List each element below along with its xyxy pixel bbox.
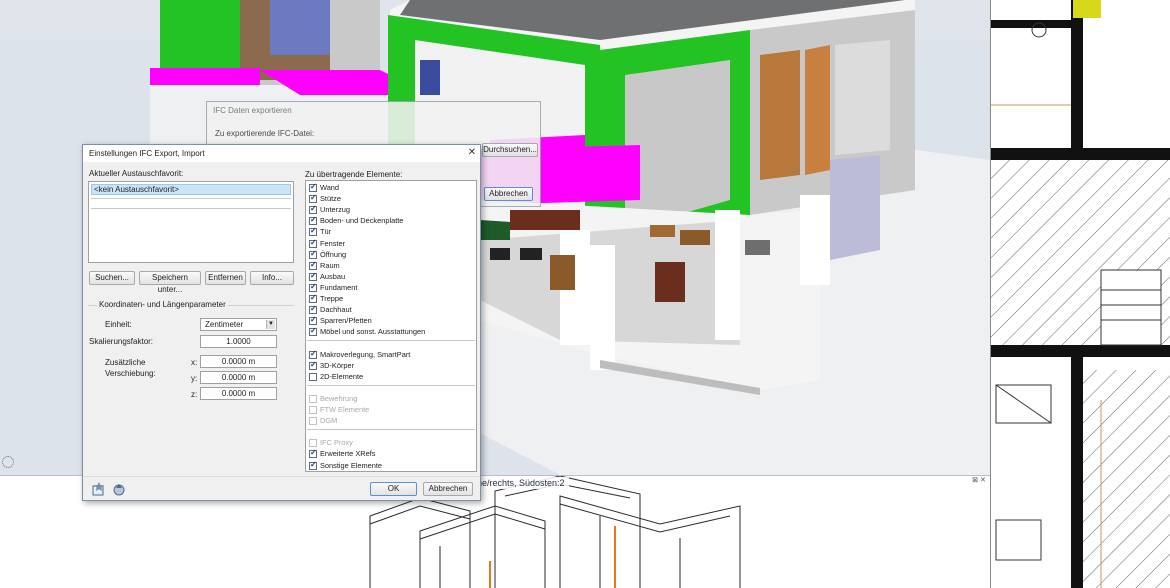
checkbox[interactable] bbox=[309, 249, 317, 259]
dialog-title: Einstellungen IFC Export, Import bbox=[89, 149, 205, 158]
favorite-listbox[interactable]: <kein Austauschfavorit> bbox=[88, 181, 294, 263]
element-label: Möbel und sonst. Ausstattungen bbox=[320, 327, 426, 337]
list-divider bbox=[91, 208, 291, 209]
view-rotate-icon[interactable] bbox=[2, 456, 14, 468]
checkbox[interactable] bbox=[309, 193, 317, 204]
element-label: Tür bbox=[320, 227, 332, 237]
list-separator bbox=[307, 340, 475, 342]
checkbox[interactable] bbox=[309, 448, 317, 459]
offset-label-line1: Zusätzliche bbox=[105, 358, 146, 367]
element-label: Bewehrung bbox=[320, 393, 358, 403]
save-as-button[interactable]: Speichern unter... bbox=[139, 271, 201, 294]
floor-plan-drawing bbox=[991, 0, 1170, 588]
checkbox bbox=[309, 406, 317, 414]
checkbox[interactable] bbox=[309, 260, 317, 270]
viewport-title: rne/rechts, Südosten:2 bbox=[470, 477, 569, 489]
y-offset-field[interactable]: 0.0000 m bbox=[200, 371, 277, 384]
checkbox[interactable] bbox=[309, 349, 317, 359]
dialog-titlebar[interactable]: Einstellungen IFC Export, Import ✕ bbox=[83, 145, 480, 162]
element-label: Raum bbox=[320, 260, 340, 270]
close-icon[interactable]: ✕ bbox=[466, 147, 478, 159]
checkbox bbox=[309, 439, 317, 448]
checkbox[interactable] bbox=[309, 282, 317, 292]
search-favorite-button[interactable]: Suchen... bbox=[89, 271, 135, 285]
coordinate-group-title: Koordinaten- und Längenparameter bbox=[97, 300, 228, 309]
element-label: Erweiterte XRefs bbox=[320, 449, 376, 459]
browse-button[interactable]: Durchsuchen... bbox=[482, 143, 538, 157]
element-label: 3D-Körper bbox=[320, 360, 355, 370]
y-label: y: bbox=[191, 374, 198, 383]
dialog-footer: OK Abbrechen bbox=[83, 476, 480, 500]
ifc-file-label: Zu exportierende IFC-Datei: bbox=[215, 129, 315, 138]
element-label: Fundament bbox=[320, 282, 358, 292]
checkbox[interactable] bbox=[309, 226, 317, 237]
checkbox[interactable] bbox=[309, 304, 317, 315]
z-label: z: bbox=[191, 390, 198, 399]
element-label: Boden- und Deckenplatte bbox=[320, 216, 404, 226]
cancel-button[interactable]: Abbrechen bbox=[423, 482, 473, 496]
ifc-dialog-title: IFC Daten exportieren bbox=[213, 106, 292, 115]
element-label: Treppe bbox=[320, 294, 344, 303]
element-label: FTW Elemente bbox=[320, 405, 370, 414]
unit-label: Einheit: bbox=[105, 320, 132, 329]
info-button[interactable]: Info... bbox=[250, 271, 294, 285]
list-separator bbox=[307, 429, 475, 431]
checkbox[interactable] bbox=[309, 326, 317, 337]
ifc-settings-dialog: Einstellungen IFC Export, Import ✕ Aktue… bbox=[82, 144, 481, 501]
element-label: Sonstige Elemente bbox=[320, 460, 383, 470]
checkbox[interactable] bbox=[309, 238, 317, 248]
offset-label-line2: Verschiebung: bbox=[105, 369, 156, 378]
favorite-selected-item[interactable]: <kein Austauschfavorit> bbox=[91, 184, 291, 195]
checkbox[interactable] bbox=[309, 271, 317, 281]
element-label: Stütze bbox=[320, 194, 341, 204]
floor-plan-viewport[interactable] bbox=[990, 0, 1170, 588]
element-label: Ausbau bbox=[320, 271, 346, 281]
remove-button[interactable]: Entfernen bbox=[205, 271, 246, 285]
element-label: Wand bbox=[320, 183, 340, 192]
checkbox[interactable] bbox=[309, 204, 317, 215]
element-label: Unterzug bbox=[320, 205, 350, 215]
list-divider bbox=[91, 198, 291, 199]
chevron-down-icon[interactable]: ▼ bbox=[266, 320, 275, 329]
element-label: Sparren/Pfetten bbox=[320, 316, 372, 326]
checkbox bbox=[309, 417, 317, 426]
checkbox[interactable] bbox=[309, 182, 317, 192]
viewport-close-icon[interactable]: ⊠ ✕ bbox=[971, 476, 987, 486]
checkbox[interactable] bbox=[309, 215, 317, 226]
list-separator bbox=[307, 384, 475, 386]
z-offset-field[interactable]: 0.0000 m bbox=[200, 387, 277, 400]
element-label: IFC Proxy bbox=[320, 438, 353, 448]
unit-value: Zentimeter bbox=[205, 320, 244, 329]
elements-label: Zu übertragende Elemente: bbox=[305, 170, 403, 179]
checkbox[interactable] bbox=[309, 372, 317, 381]
elements-checklist[interactable]: Wand StützeUnterzugBoden- und Deckenplatt… bbox=[305, 180, 477, 472]
x-offset-field[interactable]: 0.0000 m bbox=[200, 355, 277, 368]
checkbox[interactable] bbox=[309, 293, 317, 303]
ifc-cancel-button[interactable]: Abbrechen bbox=[484, 187, 533, 201]
element-label: Öffnung bbox=[320, 249, 347, 259]
element-label: Fenster bbox=[320, 238, 346, 248]
x-label: x: bbox=[191, 358, 198, 367]
checkbox[interactable] bbox=[309, 315, 317, 326]
favorite-settings-icon[interactable] bbox=[92, 482, 106, 496]
save-favorite-icon[interactable] bbox=[112, 482, 126, 496]
element-label: Dachhaut bbox=[320, 305, 352, 315]
element-label: Makroverlegung, SmartPart bbox=[320, 349, 411, 359]
element-label: 2D-Elemente bbox=[320, 371, 364, 381]
unit-select[interactable]: Zentimeter ▼ bbox=[200, 318, 277, 331]
favorite-label: Aktueller Austauschfavorit: bbox=[89, 169, 184, 178]
scale-label: Skalierungsfaktor: bbox=[89, 337, 154, 346]
ok-button[interactable]: OK bbox=[370, 482, 417, 496]
element-label: DGM bbox=[320, 416, 338, 426]
checkbox[interactable] bbox=[309, 460, 317, 470]
scale-field[interactable]: 1.0000 bbox=[200, 335, 277, 348]
checkbox[interactable] bbox=[309, 360, 317, 370]
checkbox bbox=[309, 394, 317, 403]
